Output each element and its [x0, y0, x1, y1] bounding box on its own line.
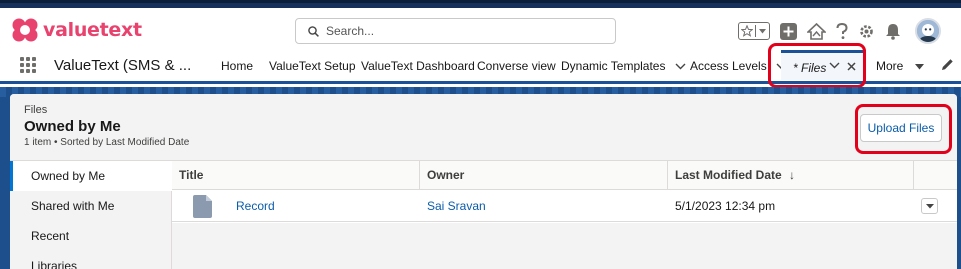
- sidebar-item-libraries[interactable]: Libraries: [10, 251, 172, 269]
- nav-item-valuetext-setup[interactable]: ValueText Setup: [269, 59, 356, 73]
- global-actions-plus-icon[interactable]: [780, 22, 797, 40]
- search-input[interactable]: [326, 24, 596, 38]
- files-table: Title Owner Last Modified Date ↓ Record …: [172, 161, 957, 269]
- sidebar-item-owned-by-me[interactable]: Owned by Me: [10, 161, 172, 191]
- files-list-view: Files Owned by Me 1 item • Sorted by Las…: [10, 94, 957, 269]
- upload-button-highlight: [855, 104, 952, 154]
- search-icon: [308, 25, 319, 37]
- header-icons: [738, 18, 941, 44]
- file-last-modified: 5/1/2023 12:34 pm: [675, 199, 776, 213]
- nav-item-valuetext-dashboard[interactable]: ValueText Dashboard: [361, 59, 475, 73]
- file-title-link[interactable]: Record: [236, 190, 275, 222]
- column-header-last-modified[interactable]: Last Modified Date ↓: [668, 161, 914, 190]
- caret-down-icon: [914, 63, 924, 70]
- user-avatar[interactable]: [915, 18, 941, 44]
- app-name: ValueText (SMS & ...: [54, 57, 192, 74]
- column-header-title[interactable]: Title: [172, 161, 420, 190]
- favorites-list-icon[interactable]: [756, 28, 769, 34]
- valuetext-logo-icon: [12, 18, 38, 42]
- brand-name: valuetext: [43, 19, 142, 41]
- favorites-button[interactable]: [738, 22, 770, 40]
- browser-top-strip: [0, 0, 961, 8]
- column-header-owner[interactable]: Owner: [420, 161, 668, 190]
- column-header-actions: [914, 161, 957, 190]
- files-tab-highlight: [768, 43, 866, 88]
- app-logo[interactable]: valuetext: [12, 18, 142, 42]
- sidebar-item-shared-with-me[interactable]: Shared with Me: [10, 191, 172, 221]
- files-sidebar: Owned by Me Shared with Me Recent Librar…: [10, 161, 172, 269]
- notifications-bell-icon[interactable]: [885, 23, 901, 40]
- row-actions-menu[interactable]: [921, 198, 938, 214]
- nav-item-label: Access Levels: [690, 59, 767, 73]
- chevron-down-icon: [925, 203, 934, 208]
- trailhead-icon[interactable]: [807, 22, 826, 40]
- nav-item-converse-view[interactable]: Converse view: [477, 59, 556, 73]
- edit-nav-pencil-icon[interactable]: [941, 58, 954, 71]
- app-launcher-icon[interactable]: [20, 57, 36, 73]
- breadcrumb[interactable]: Files: [24, 104, 47, 116]
- file-doc-icon: [193, 195, 212, 218]
- table-empty-area: [172, 223, 957, 269]
- column-header-label: Last Modified Date: [675, 168, 782, 182]
- table-row[interactable]: Record Sai Sravan 5/1/2023 12:34 pm: [172, 190, 957, 222]
- nav-item-label: Dynamic Templates: [561, 59, 666, 73]
- nav-item-home[interactable]: Home: [221, 59, 253, 73]
- setup-gear-icon[interactable]: [858, 23, 875, 40]
- help-icon[interactable]: [836, 22, 848, 40]
- more-label: More: [876, 59, 904, 73]
- file-owner-link[interactable]: Sai Sravan: [427, 190, 486, 222]
- sidebar-item-recent[interactable]: Recent: [10, 221, 172, 251]
- favorites-star-icon[interactable]: [739, 25, 756, 37]
- page-title: Owned by Me: [24, 118, 121, 135]
- nav-item-dynamic-templates[interactable]: Dynamic Templates: [561, 59, 686, 73]
- sort-descending-icon: ↓: [789, 168, 796, 182]
- list-view-header: Files Owned by Me 1 item • Sorted by Las…: [10, 94, 957, 161]
- list-summary: 1 item • Sorted by Last Modified Date: [24, 137, 190, 148]
- chevron-down-icon[interactable]: [675, 63, 686, 70]
- nav-more-menu[interactable]: More: [876, 59, 924, 73]
- global-search-box[interactable]: [295, 18, 616, 44]
- table-header: Title Owner Last Modified Date ↓: [172, 161, 957, 190]
